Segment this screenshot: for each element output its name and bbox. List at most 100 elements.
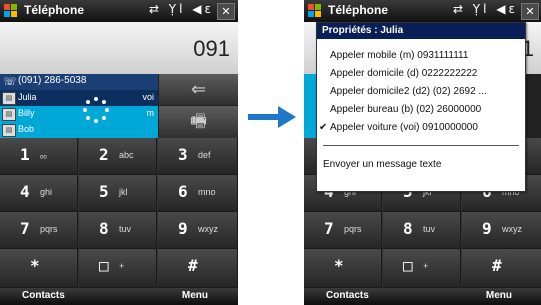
app-title: Téléphone: [328, 3, 389, 17]
status-icons: ⇄ Ỵl ◀ε: [452, 2, 518, 16]
key-star[interactable]: *: [304, 249, 382, 288]
key-letters: pqrs: [344, 224, 362, 234]
contact-card-icon: ▤: [2, 92, 16, 105]
contact-name: Bob: [18, 124, 35, 134]
key-digit: *: [334, 256, 344, 275]
contact-tag: voi: [142, 92, 154, 102]
key-hash[interactable]: #: [462, 249, 541, 288]
key-digit: 7: [324, 219, 334, 238]
list-item[interactable]: ▤ Billy m: [0, 106, 158, 122]
menu-softkey[interactable]: Menu: [486, 290, 512, 301]
key-5[interactable]: 5 jkl: [79, 175, 157, 212]
key-3[interactable]: 3 def: [158, 138, 238, 175]
menu-item-send-sms[interactable]: Envoyer un message texte: [317, 156, 525, 173]
key-4[interactable]: 4 ghi: [0, 175, 78, 212]
menu-item-call-work[interactable]: Appeler bureau (b) (02) 26000000: [317, 101, 525, 118]
menu-item-call-home[interactable]: Appeler domicile (d) 0222222222: [317, 65, 525, 82]
key-letters: ghi: [40, 187, 53, 197]
key-9[interactable]: 9 wxyz: [462, 212, 541, 249]
key-letters: +: [119, 261, 125, 271]
contact-name: Billy: [18, 108, 35, 118]
menu-item-call-mobile[interactable]: Appeler mobile (m) 0931111111: [317, 47, 525, 64]
key-digit: #: [188, 256, 198, 275]
phone-call-icon: ☏: [3, 76, 17, 88]
transition-arrow-icon: [248, 106, 296, 128]
busy-spinner-icon: [83, 97, 109, 123]
speakerphone-icon: 🖷: [190, 111, 207, 132]
key-2[interactable]: 2 abc: [79, 138, 157, 175]
key-digit: 2: [99, 145, 109, 164]
key-7[interactable]: 7 pqrs: [304, 212, 382, 249]
key-letters: wxyz: [502, 224, 522, 234]
key-digit: 7: [20, 219, 30, 238]
key-digit: 1: [20, 145, 30, 164]
close-button[interactable]: ✕: [521, 3, 539, 20]
menu-item-label: Appeler domicile (d) 0222222222: [330, 68, 478, 79]
key-digit: 9: [482, 219, 492, 238]
key-star[interactable]: *: [0, 249, 78, 288]
key-digit: 6: [178, 182, 188, 201]
windows-logo-icon[interactable]: [308, 4, 322, 18]
menu-item-label: Appeler voiture (voi) 0910000000: [330, 122, 478, 133]
speaker-button[interactable]: 🖷: [158, 106, 238, 138]
backspace-button[interactable]: ⇐: [158, 74, 238, 106]
key-digit: □: [403, 256, 413, 275]
menu-item-call-car[interactable]: ✔ Appeler voiture (voi) 0910000000: [317, 119, 525, 136]
key-7[interactable]: 7 pqrs: [0, 212, 78, 249]
key-letters: ₒₒ: [40, 150, 47, 160]
key-0[interactable]: □ +: [79, 249, 157, 288]
menu-item-label: Appeler bureau (b) (02) 26000000: [330, 104, 482, 115]
key-digit: □: [99, 256, 109, 275]
key-8[interactable]: 8 tuv: [79, 212, 157, 249]
key-0[interactable]: □ +: [383, 249, 461, 288]
key-6[interactable]: 6 mno: [158, 175, 238, 212]
contact-tag: m: [146, 108, 155, 118]
key-9[interactable]: 9 wxyz: [158, 212, 238, 249]
dialed-number: 091: [193, 36, 230, 61]
windows-logo-icon[interactable]: [4, 4, 18, 18]
softkey-bar: Contacts Menu: [0, 288, 238, 305]
contact-match-list[interactable]: ☏ (091) 286-5038 ▤ Julia voi ▤ Billy m ▤…: [0, 74, 158, 138]
menu-item-call-home2[interactable]: Appeler domicile2 (d2) (02) 2692 ...: [317, 83, 525, 100]
close-button[interactable]: ✕: [217, 3, 235, 20]
list-item[interactable]: ▤ Bob: [0, 122, 158, 138]
key-hash[interactable]: #: [158, 249, 238, 288]
key-digit: 8: [403, 219, 413, 238]
key-8[interactable]: 8 tuv: [383, 212, 461, 249]
key-letters: abc: [119, 150, 134, 160]
status-icons: ⇄ Ỵl ◀ε: [148, 2, 214, 16]
menu-item-label: Envoyer un message texte: [323, 159, 442, 170]
contact-properties-menu: Propriétés : Julia Appeler mobile (m) 09…: [316, 22, 526, 192]
key-1[interactable]: 1 ₒₒ: [0, 138, 78, 175]
dial-line-row[interactable]: ☏ (091) 286-5038: [0, 74, 158, 90]
contact-name: Julia: [18, 92, 37, 102]
menu-header: Propriétés : Julia: [317, 23, 525, 39]
status-bar: Téléphone ⇄ Ỵl ◀ε ✕: [304, 0, 541, 22]
backspace-icon: ⇐: [190, 79, 207, 100]
contacts-softkey[interactable]: Contacts: [22, 290, 65, 301]
phone-screen-before: Téléphone ⇄ Ỵl ◀ε ✕ 091 ☏ (091) 286-5038…: [0, 0, 238, 305]
contact-card-icon: ▤: [2, 108, 16, 121]
menu-divider: [323, 145, 519, 146]
status-bar: Téléphone ⇄ Ỵl ◀ε ✕: [0, 0, 238, 22]
key-digit: 3: [178, 145, 188, 164]
key-digit: 9: [178, 219, 188, 238]
phone-screen-after: Téléphone ⇄ Ỵl ◀ε ✕ 091 4ghi 5jkl 6mno 7…: [304, 0, 541, 305]
dial-line-number: (091) 286-5038: [18, 75, 87, 86]
checkmark-icon: ✔: [319, 122, 328, 133]
key-digit: *: [30, 256, 40, 275]
key-digit: 8: [99, 219, 109, 238]
key-letters: jkl: [119, 187, 128, 197]
key-digit: 5: [99, 182, 109, 201]
menu-item-label: Appeler mobile (m) 0931111111: [330, 50, 469, 61]
contact-card-icon: ▤: [2, 124, 16, 137]
app-title: Téléphone: [24, 3, 85, 17]
contacts-softkey[interactable]: Contacts: [326, 290, 369, 301]
menu-softkey[interactable]: Menu: [182, 290, 208, 301]
key-letters: def: [198, 150, 211, 160]
menu-item-label: Appeler domicile2 (d2) (02) 2692 ...: [330, 86, 487, 97]
key-digit: #: [492, 256, 502, 275]
keypad: 1 ₒₒ 2 abc 3 def 4 ghi 5 jkl 6 mno 7 pqrs 8 tuv …: [0, 138, 238, 288]
list-item[interactable]: ▤ Julia voi: [0, 90, 158, 106]
key-letters: pqrs: [40, 224, 58, 234]
